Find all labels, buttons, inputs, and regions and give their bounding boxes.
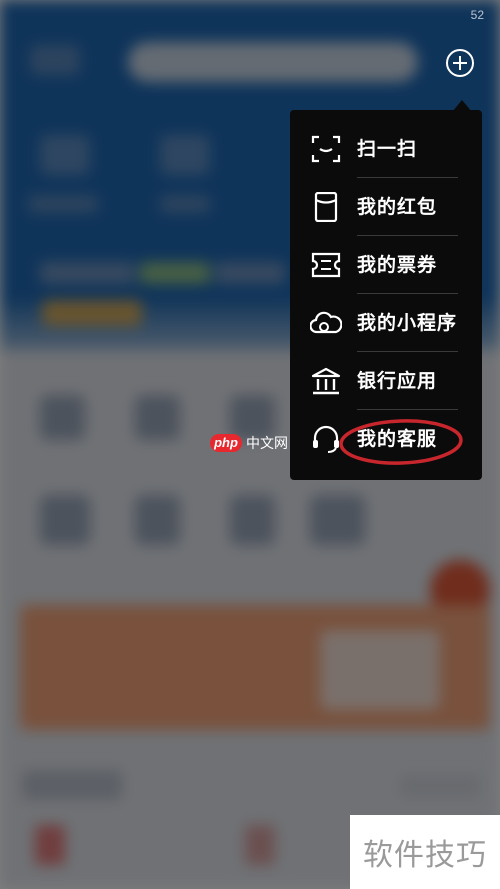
menu-item-red-packet[interactable]: 我的红包 — [290, 178, 482, 236]
menu-item-bank-apps[interactable]: 银行应用 — [290, 352, 482, 410]
menu-item-label: 我的小程序 — [357, 312, 458, 334]
cloud-icon — [309, 308, 343, 338]
bank-icon — [310, 366, 342, 396]
corner-watermark: 软件技巧 — [350, 815, 500, 889]
php-watermark-text: 中文网 — [246, 436, 288, 452]
corner-watermark-text: 软件技巧 — [363, 838, 487, 873]
ticket-icon — [310, 250, 342, 280]
menu-item-scan[interactable]: 扫一扫 — [290, 120, 482, 178]
menu-item-mini-programs[interactable]: 我的小程序 — [290, 294, 482, 352]
menu-item-label: 扫一扫 — [357, 138, 418, 160]
scan-icon — [310, 134, 342, 164]
menu-item-label: 银行应用 — [357, 370, 438, 392]
highlight-circle — [339, 419, 463, 465]
red-packet-icon — [310, 191, 342, 223]
status-time: 52 — [470, 8, 484, 22]
screen: 52 扫一扫 我的红包 我的票券 我的小程序 银行应用 我的客服 php 中文网… — [0, 0, 500, 889]
menu-item-tickets[interactable]: 我的票券 — [290, 236, 482, 294]
php-watermark: php 中文网 — [210, 433, 288, 453]
menu-item-label: 我的红包 — [357, 196, 438, 218]
plus-icon[interactable] — [445, 48, 475, 78]
menu-item-label: 我的票券 — [357, 254, 438, 276]
php-watermark-logo: php — [210, 434, 242, 452]
